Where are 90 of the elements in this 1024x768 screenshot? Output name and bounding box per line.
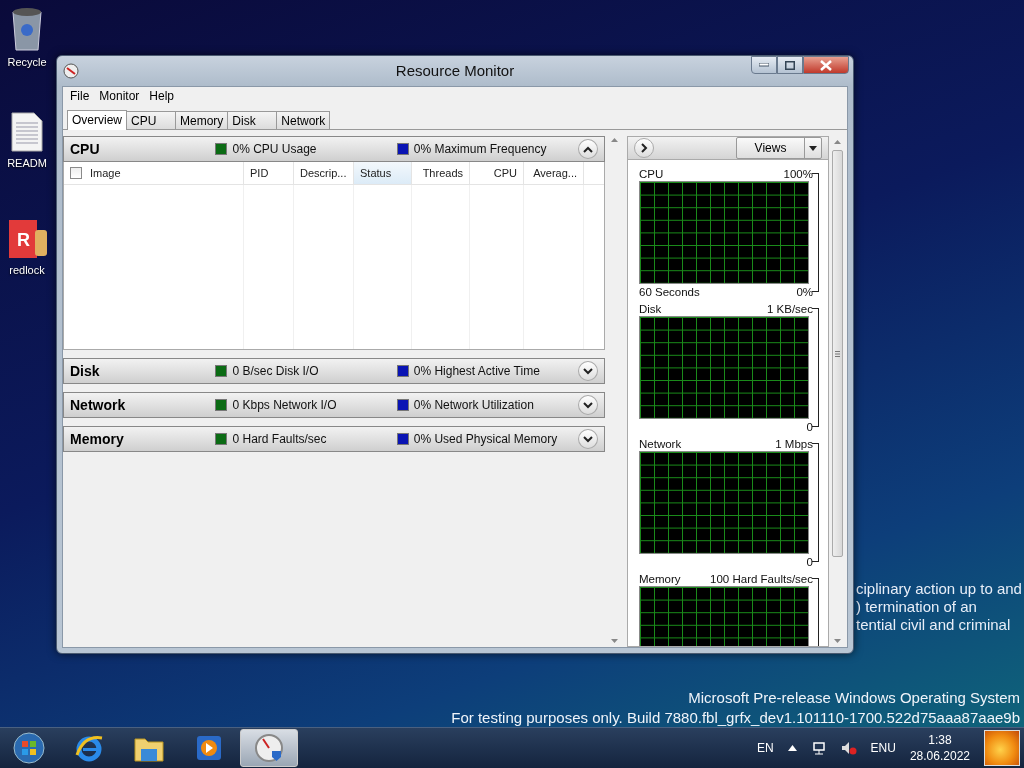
keyboard-layout[interactable]: ENU <box>870 741 896 755</box>
chevron-icon <box>583 401 594 409</box>
expand-button[interactable] <box>578 395 598 415</box>
graph-min-label: 0 <box>806 420 813 433</box>
section-header[interactable]: CPU 0% CPU Usage 0% Maximum Frequency <box>63 136 605 162</box>
notice-text: ) termination of an <box>856 598 978 616</box>
build-notice-text: Microsoft Pre-release Windows Operating System <box>688 688 1020 708</box>
section-header[interactable]: Network 0 Kbps Network I/O 0% Network Utilization <box>63 392 605 418</box>
metric-text: 0% Used Physical Memory <box>413 432 558 446</box>
column-header[interactable]: Image <box>64 162 244 184</box>
graph-title: Disk <box>639 302 662 315</box>
metric-text: 0 Hard Faults/sec <box>232 432 327 446</box>
section-header[interactable]: Disk 0 B/sec Disk I/O 0% Highest Active Time <box>63 358 605 384</box>
graph-max-label: 1 KB/sec <box>766 302 813 315</box>
tab[interactable]: Disk <box>227 111 278 129</box>
graph-min-label: 0% <box>796 285 813 298</box>
maximize-icon <box>785 60 795 70</box>
maximize-button[interactable] <box>777 56 803 74</box>
graph-footer-label: 60 Seconds <box>639 285 700 298</box>
minimize-icon <box>759 63 769 67</box>
desktop-icon-label[interactable]: READM <box>7 157 47 169</box>
input-language[interactable]: EN <box>756 741 774 755</box>
column-header[interactable]: Averag... <box>524 162 584 184</box>
build-notice-text: For testing purposes only. Build 7880.fbl_grfx_dev1.101110-1700.522d75aaa87aae9b <box>451 708 1020 728</box>
graph-max-label: 100 Hard Faults/sec <box>710 572 813 585</box>
document-icon[interactable] <box>10 111 44 153</box>
menu-item[interactable]: Monitor <box>94 89 145 103</box>
show-desktop-button[interactable] <box>984 730 1020 766</box>
show-hidden-icons-icon[interactable] <box>787 745 797 751</box>
scroll-up-icon[interactable] <box>833 140 841 144</box>
expand-button[interactable] <box>578 361 598 381</box>
scroll-down-icon[interactable] <box>833 639 841 643</box>
select-all-checkbox[interactable] <box>70 167 82 179</box>
notice-text: tential civil and criminal <box>856 616 1012 634</box>
section-title: CPU <box>70 141 101 157</box>
app-icon <box>63 63 79 79</box>
views-dropdown[interactable]: Views <box>736 137 822 159</box>
clock[interactable]: 1:38 28.06.2022 <box>909 732 970 764</box>
column-header[interactable]: CPU <box>470 162 524 184</box>
chevron-icon <box>583 367 594 375</box>
menu-item[interactable]: Help <box>144 89 180 103</box>
tab[interactable]: Network <box>276 111 331 129</box>
column-header[interactable]: Threads <box>412 162 470 184</box>
scroll-down-icon[interactable] <box>610 639 618 643</box>
metric-text: 0% Network Utilization <box>413 398 534 412</box>
collapse-button[interactable] <box>578 139 598 159</box>
graph-title: CPU <box>639 167 664 180</box>
desktop-icon-label[interactable]: redlock <box>9 264 45 276</box>
dropdown-arrow-icon <box>809 145 817 151</box>
windows-logo-icon <box>13 732 45 764</box>
media-player-icon <box>195 734 223 762</box>
close-button[interactable] <box>803 56 849 74</box>
graph-title: Memory <box>639 572 681 585</box>
scrollbar-thumb[interactable] <box>831 150 843 557</box>
column-header[interactable]: PID <box>244 162 294 184</box>
tab[interactable]: Memory <box>175 111 229 129</box>
desktop-icon-label[interactable]: Recycle <box>7 56 47 68</box>
speaker-muted-icon[interactable] <box>840 741 857 755</box>
section-title: Memory <box>70 431 125 447</box>
metric-text: 0% Maximum Frequency <box>413 142 547 156</box>
scroll-up-icon[interactable] <box>610 138 618 142</box>
browser-icon <box>74 733 104 763</box>
expand-button[interactable] <box>634 138 654 158</box>
metric-text: 0 Kbps Network I/O <box>232 398 337 412</box>
column-header[interactable]: Status <box>354 162 412 184</box>
recycle-bin-icon[interactable] <box>9 6 45 52</box>
chevron-icon <box>583 435 594 443</box>
section-header[interactable]: Memory 0 Hard Faults/sec 0% Used Physical Memory <box>63 426 605 452</box>
tab[interactable]: Overview <box>67 110 127 130</box>
chevron-icon <box>583 145 594 153</box>
window-title: Resource Monitor <box>395 62 515 79</box>
graph-max-label: 100% <box>783 167 813 180</box>
tab[interactable]: CPU <box>126 111 176 129</box>
section-title: Disk <box>70 363 101 379</box>
gauge-icon <box>254 733 284 763</box>
graph-max-label: 1 Mbps <box>775 437 813 450</box>
graph-title: Network <box>639 437 682 450</box>
taskbar-button[interactable] <box>240 729 298 767</box>
metric-text: 0 B/sec Disk I/O <box>232 364 319 378</box>
graph-min-label: 0 <box>806 555 813 568</box>
metric-text: 0% CPU Usage <box>232 142 317 156</box>
minimize-button[interactable] <box>751 56 777 74</box>
menu-item[interactable]: File <box>65 89 95 103</box>
section-title: Network <box>70 397 127 413</box>
close-icon <box>820 59 832 71</box>
network-icon[interactable] <box>810 741 827 755</box>
chevron-right-icon <box>640 143 648 153</box>
metric-text: 0% Highest Active Time <box>413 364 540 378</box>
notice-text: ciplinary action up to and <box>856 580 1022 598</box>
expand-button[interactable] <box>578 429 598 449</box>
